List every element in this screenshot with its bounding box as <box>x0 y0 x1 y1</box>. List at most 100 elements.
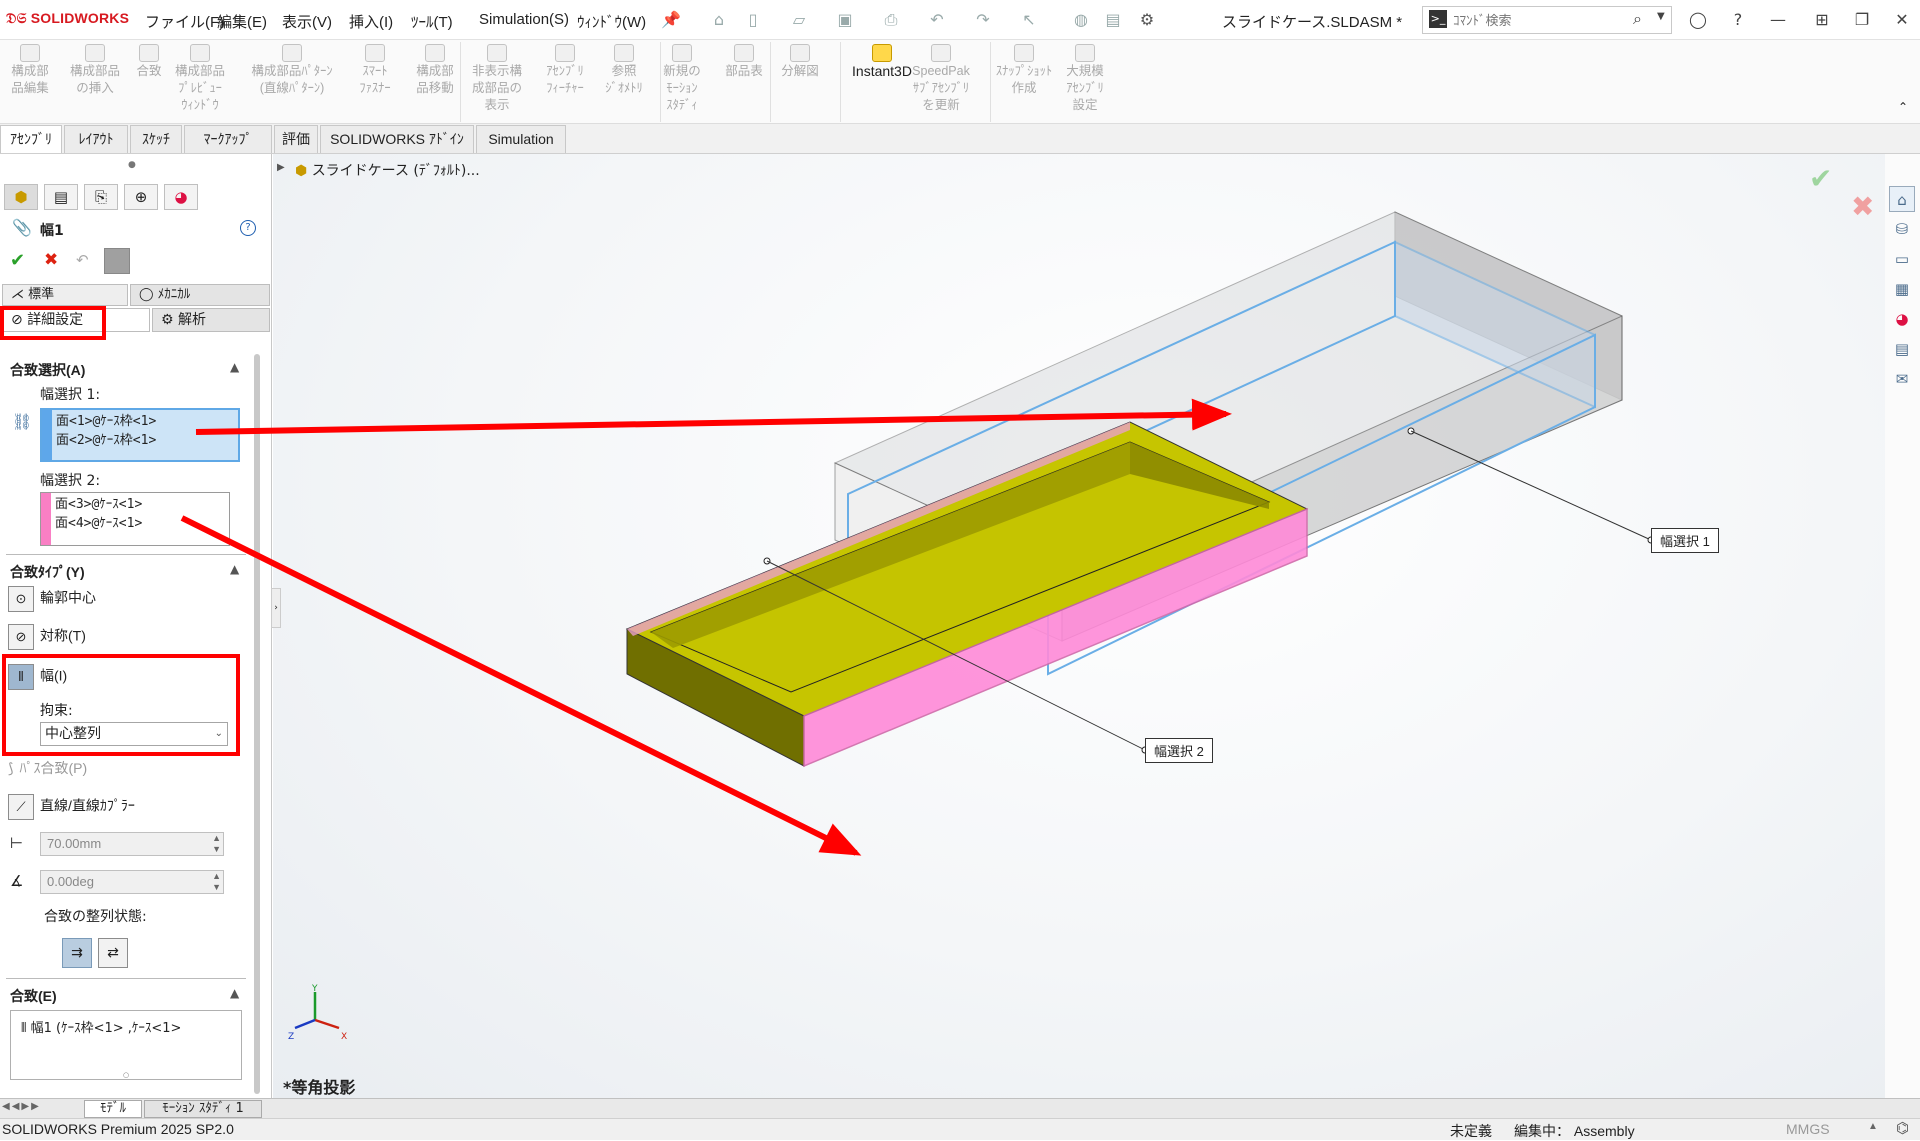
select-cursor-icon[interactable]: ↖ <box>1018 9 1040 31</box>
ribbon-button-3[interactable]: 構成部品 ﾌﾟﾚﾋﾞｭｰ ｳｨﾝﾄﾞｳ <box>168 44 232 114</box>
tab-model[interactable]: ﾓﾃﾞﾙ <box>84 1100 142 1118</box>
spin-arrows-icon[interactable]: ▲ ▼ <box>212 871 221 893</box>
tab-simulation[interactable]: Simulation <box>476 125 566 153</box>
panel-splitter-handle[interactable]: ● <box>128 160 136 170</box>
tab-dimxpert-manager[interactable]: ⊕ <box>124 184 158 210</box>
keep-visible-pin-icon[interactable] <box>104 248 130 274</box>
ribbon-button-7[interactable]: 非表示構 成部品の 表示 <box>466 44 528 114</box>
ribbon-button-12[interactable]: 分解図 <box>778 44 822 80</box>
new-document-icon[interactable]: ▯ <box>742 9 764 31</box>
spin-arrows-icon[interactable]: ▲ ▼ <box>212 833 221 855</box>
width-selection-2-item[interactable]: 面<3>@ｹｰｽ<1> <box>55 495 229 514</box>
width-selection-1-list[interactable]: 面<1>@ｹｰｽ枠<1> 面<2>@ｹｰｽ枠<1> <box>40 408 240 462</box>
design-library-icon[interactable]: ⛁ <box>1889 216 1915 242</box>
appearances-icon[interactable]: ◕ <box>1889 306 1915 332</box>
mate-option-linear-coupler[interactable]: ⟋ 直線/直線ｶﾌﾟﾗｰ <box>8 794 135 820</box>
model-canvas[interactable] <box>273 154 1885 1098</box>
solidworks-resources-home-icon[interactable]: ⌂ <box>1889 186 1915 212</box>
mate-selection-header[interactable]: 合致選択(A) <box>10 360 85 380</box>
tab-markup[interactable]: ﾏｰｸｱｯﾌﾟ <box>184 125 272 153</box>
aligned-button[interactable]: ⇉ <box>62 938 92 968</box>
mate-type-header[interactable]: 合致ﾀｲﾌﾟ(Y) <box>10 562 85 582</box>
command-search-input[interactable] <box>1453 7 1643 33</box>
menu-tools[interactable]: ﾂｰﾙ(T) <box>411 11 453 32</box>
tab-feature-manager[interactable]: ⬢ <box>4 184 38 210</box>
options-gear-icon[interactable]: ⚙ <box>1136 9 1158 31</box>
status-units[interactable]: MMGS <box>1786 1121 1830 1137</box>
tab-assembly[interactable]: ｱｾﾝﾌﾞﾘ <box>0 125 62 153</box>
app-logo[interactable]: 𝔇𝔖 SOLIDWORKS <box>6 10 129 27</box>
tab-mechanical[interactable]: ◯ ﾒｶﾆｶﾙ <box>130 284 270 306</box>
mates-header[interactable]: 合致(E) <box>10 986 57 1006</box>
ribbon-button-4[interactable]: 構成部品ﾊﾟﾀｰﾝ (直線ﾊﾟﾀｰﾝ) <box>240 44 344 97</box>
open-folder-icon[interactable]: ▱ <box>788 9 810 31</box>
ribbon-button-15[interactable]: ｽﾅｯﾌﾟｼｮｯﾄ 作成 <box>988 44 1060 97</box>
tab-layout[interactable]: ﾚｲｱｳﾄ <box>64 125 128 153</box>
chevron-down-icon[interactable]: ▼ <box>1657 11 1665 22</box>
command-search[interactable]: >_ ⌕ ▼ <box>1422 6 1672 34</box>
ribbon-button-5[interactable]: ｽﾏｰﾄ ﾌｧｽﾅｰ <box>350 44 400 97</box>
help-icon[interactable]: ? <box>1724 8 1752 32</box>
restore-button[interactable]: ❐ <box>1848 8 1876 32</box>
ribbon-button-11[interactable]: 部品表 <box>722 44 766 80</box>
close-button[interactable]: ✕ <box>1888 8 1916 32</box>
width-selection-1-item[interactable]: 面<2>@ｹｰｽ枠<1> <box>56 431 238 450</box>
file-explorer-icon[interactable]: ▭ <box>1889 246 1915 272</box>
tile-window-button[interactable]: ⊞ <box>1808 8 1836 32</box>
notifications-icon[interactable]: ⌬ <box>1896 1119 1909 1137</box>
tab-display-manager[interactable]: ◕ <box>164 184 198 210</box>
mates-list-item[interactable]: ⫴ 幅1 (ｹｰｽ枠<1> ,ｹｰｽ<1> <box>21 1017 181 1036</box>
mate-option-symmetric[interactable]: ⊘ 対称(T) <box>8 624 86 650</box>
callout-width-selection-1[interactable]: 幅選択 1 <box>1651 528 1719 553</box>
ribbon-button-2[interactable]: 合致 <box>132 44 166 80</box>
ok-checkmark-icon[interactable]: ✔ <box>10 250 25 271</box>
cancel-x-icon[interactable]: ✖ <box>44 250 58 270</box>
anti-aligned-button[interactable]: ⇄ <box>98 938 128 968</box>
tab-motion-study-1[interactable]: ﾓｰｼｮﾝ ｽﾀﾃﾞｨ 1 <box>144 1100 262 1118</box>
units-chevron-icon[interactable]: ▲ <box>1868 1121 1878 1132</box>
forum-icon[interactable]: ✉ <box>1889 366 1915 392</box>
view-palette-icon[interactable]: ▦ <box>1889 276 1915 302</box>
menu-simulation[interactable]: Simulation(S) <box>479 11 569 28</box>
menu-edit[interactable]: 編集(E) <box>217 11 267 32</box>
ribbon-button-1[interactable]: 構成部品 の挿入 <box>66 44 124 97</box>
mate-option-profile-center[interactable]: ⊙ 輪郭中心 <box>8 586 96 612</box>
collapse-chevron-icon[interactable]: ▲ <box>230 986 239 1000</box>
menu-window[interactable]: ｳｨﾝﾄﾞｳ(W) <box>577 11 646 32</box>
tab-property-manager[interactable]: ▤ <box>44 184 78 210</box>
tab-standard[interactable]: ⋌ 標準 <box>2 284 128 306</box>
file-properties-icon[interactable]: ▤ <box>1102 9 1124 31</box>
ribbon-button-14[interactable]: SpeedPak ｻﾌﾞｱｾﾝﾌﾞﾘ を更新 <box>906 44 976 114</box>
redo-icon[interactable]: ↷ <box>972 9 994 31</box>
distance-spinbox[interactable]: 70.00mm ▲ ▼ <box>40 832 224 856</box>
tab-evaluate[interactable]: 評価 <box>274 125 318 153</box>
save-icon[interactable]: ▣ <box>834 9 856 31</box>
menu-insert[interactable]: 挿入(I) <box>349 11 393 32</box>
ribbon-button-10[interactable]: 新規の ﾓｰｼｮﾝ ｽﾀﾃﾞｨ <box>656 44 708 114</box>
collapse-ribbon-chevron-icon[interactable]: ⌃ <box>1898 100 1908 114</box>
rebuild-icon[interactable]: ◍ <box>1070 9 1092 31</box>
print-icon[interactable]: ⎙ <box>880 9 902 31</box>
width-selection-1-item[interactable]: 面<1>@ｹｰｽ枠<1> <box>56 412 238 431</box>
list-resize-handle[interactable]: ○ <box>123 1071 129 1079</box>
panel-scrollbar[interactable] <box>254 354 260 1094</box>
tab-analysis[interactable]: ⚙ 解析 <box>152 308 270 332</box>
ribbon-button-6[interactable]: 構成部 品移動 <box>410 44 460 97</box>
width-selection-2-list[interactable]: 面<3>@ｹｰｽ<1> 面<4>@ｹｰｽ<1> <box>40 492 230 546</box>
custom-properties-icon[interactable]: ▤ <box>1889 336 1915 362</box>
tab-solidworks-addins[interactable]: SOLIDWORKS ｱﾄﾞｲﾝ <box>320 125 474 153</box>
help-icon[interactable]: ? <box>240 220 256 236</box>
collapse-chevron-icon[interactable]: ▲ <box>230 360 239 374</box>
tab-scroll-arrows-icon[interactable]: ◀◀▶▶ <box>2 1101 41 1112</box>
minimize-button[interactable]: — <box>1764 8 1792 32</box>
width-selection-2-item[interactable]: 面<4>@ｹｰｽ<1> <box>55 514 229 533</box>
ribbon-button-16[interactable]: 大規模 ｱｾﾝﾌﾞﾘ 設定 <box>1060 44 1110 114</box>
ribbon-button-0[interactable]: 構成部 品編集 <box>6 44 54 97</box>
home-icon[interactable]: ⌂ <box>708 9 730 31</box>
ribbon-button-9[interactable]: 参照 ｼﾞｵﾒﾄﾘ <box>600 44 648 97</box>
menu-file[interactable]: ファイル(F) <box>145 11 224 32</box>
user-account-icon[interactable]: ◯ <box>1684 8 1712 32</box>
undo-icon[interactable]: ↶ <box>76 251 89 269</box>
callout-width-selection-2[interactable]: 幅選択 2 <box>1145 738 1213 763</box>
tab-sketch[interactable]: ｽｹｯﾁ <box>130 125 182 153</box>
